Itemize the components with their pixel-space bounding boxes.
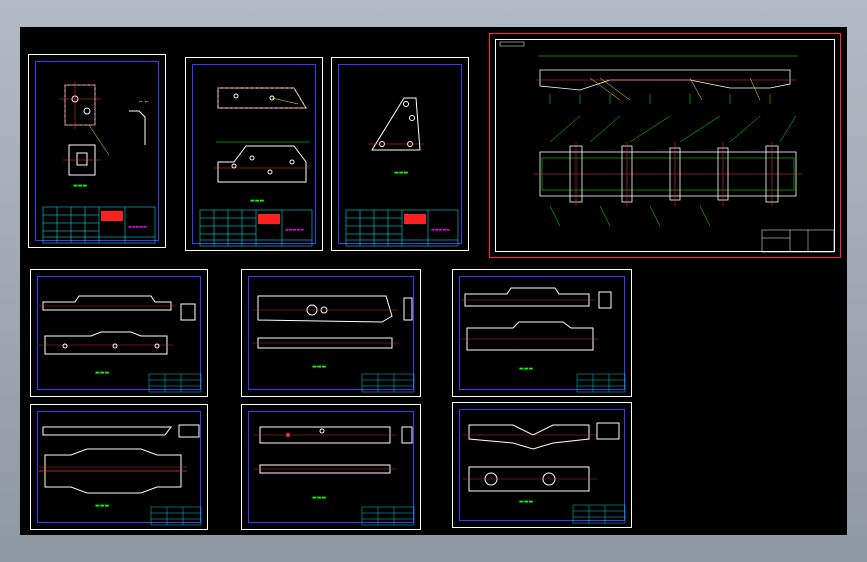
svg-text:▬▬▬: ▬▬▬: [312, 364, 326, 370]
plate-drawing: ▬▬▬ ▬▬▬▬▬: [199, 87, 313, 247]
svg-text:▬▬▬: ▬▬▬: [519, 499, 533, 505]
svg-text:⌐ ⌐: ⌐ ⌐: [139, 99, 149, 105]
svg-text:▬▬▬▬▬: ▬▬▬▬▬: [128, 224, 147, 229]
svg-text:▬▬▬: ▬▬▬: [73, 183, 87, 189]
long-member-a-drawing: ▬▬▬: [39, 424, 202, 526]
drawing-sheet-plate[interactable]: ▬▬▬ ▬▬▬▬▬: [185, 57, 323, 251]
svg-text:▬▬▬: ▬▬▬: [250, 198, 264, 204]
svg-text:▬▬▬: ▬▬▬: [95, 503, 109, 509]
bracket-drawing: ▬▬▬ ⌐ ⌐ ▬▬▬▬▬: [42, 81, 156, 244]
svg-text:▬▬▬: ▬▬▬: [312, 495, 326, 501]
side-rail-c-drawing: ▬▬▬: [461, 287, 626, 393]
cad-model-space-viewport[interactable]: ▬▬▬ ⌐ ⌐ ▬▬▬▬▬ ▬▬▬ ▬▬▬▬▬ ▬▬▬ ▬▬▬▬▬ ▬▬▬ ▬▬…: [20, 27, 847, 535]
gusset-drawing: ▬▬▬ ▬▬▬▬▬: [345, 97, 459, 247]
svg-text:▬▬▬▬▬: ▬▬▬▬▬: [431, 227, 450, 232]
drawing-sheet-side-rail-c[interactable]: ▬▬▬: [452, 269, 632, 397]
drawing-sheet-side-rail-a[interactable]: ▬▬▬: [30, 269, 208, 397]
drawing-sheet-frame-assembly[interactable]: [489, 33, 841, 258]
svg-text:▬▬▬: ▬▬▬: [519, 366, 533, 372]
drawing-sheet-long-member-c[interactable]: ▬▬▬: [452, 402, 632, 528]
drawing-sheet-bracket[interactable]: ▬▬▬ ⌐ ⌐ ▬▬▬▬▬: [28, 54, 166, 248]
svg-text:▬▬▬: ▬▬▬: [394, 170, 408, 176]
svg-text:▬▬▬: ▬▬▬: [95, 370, 109, 376]
long-member-b-drawing: ▬▬▬: [254, 426, 415, 526]
drawing-sheet-long-member-a[interactable]: ▬▬▬: [30, 404, 208, 530]
svg-text:▬▬▬▬▬: ▬▬▬▬▬: [285, 227, 304, 232]
side-rail-a-drawing: ▬▬▬: [39, 295, 202, 393]
drawing-sheet-gusset[interactable]: ▬▬▬ ▬▬▬▬▬: [331, 57, 469, 251]
side-rail-b-drawing: ▬▬▬: [252, 295, 415, 393]
drawing-sheet-side-rail-b[interactable]: ▬▬▬: [241, 269, 421, 397]
drawing-sheet-long-member-b[interactable]: ▬▬▬: [241, 404, 421, 530]
frame-assembly-drawing: [499, 41, 835, 253]
long-member-c-drawing: ▬▬▬: [463, 422, 626, 524]
